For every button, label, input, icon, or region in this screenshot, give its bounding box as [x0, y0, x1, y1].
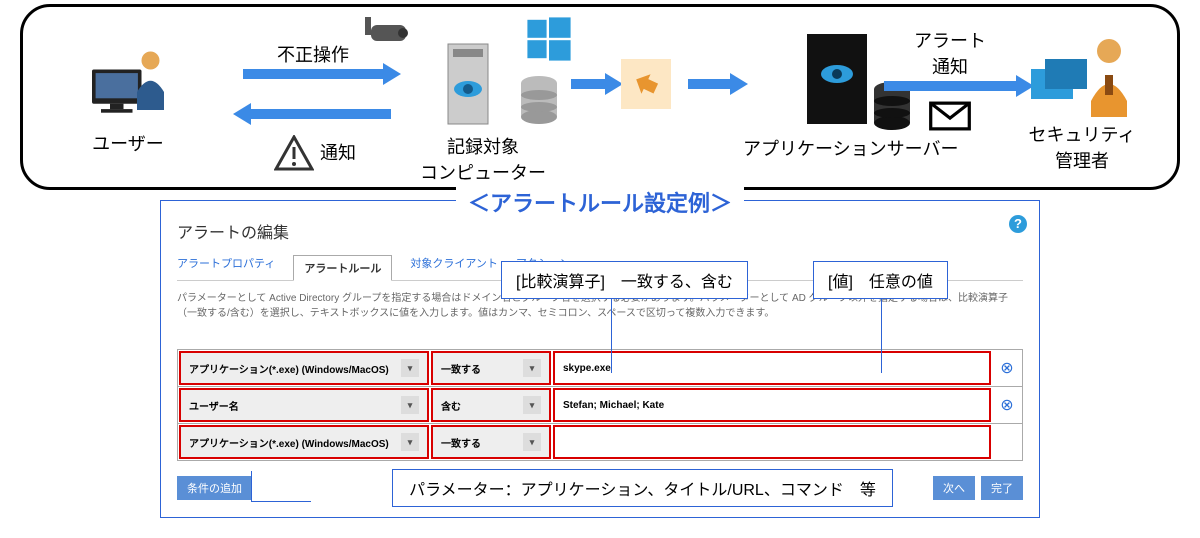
delete-rule-button[interactable]: ⊗: [992, 387, 1022, 423]
rule-grid: アプリケーション(*.exe) (Windows/MacOS)▾ 一致する▾ s…: [177, 349, 1023, 461]
database-icon: [519, 75, 559, 125]
callout-line: [611, 293, 612, 373]
callout-line: [251, 501, 311, 502]
param-select[interactable]: アプリケーション(*.exe) (Windows/MacOS)▾: [179, 425, 429, 459]
camera-icon: [363, 17, 423, 57]
tab-clients[interactable]: 対象クライアント: [410, 255, 498, 274]
operator-select[interactable]: 一致する▾: [431, 425, 551, 459]
editor-section: ＜アラートルール設定例＞ アラートの編集 ? アラートプロパティ アラートルール…: [160, 200, 1040, 518]
callout-value: [値] 任意の値: [813, 261, 948, 299]
value-input[interactable]: skype.exe: [553, 351, 991, 385]
arrow-alert: アラート 通知: [875, 27, 1025, 131]
done-button[interactable]: 完了: [981, 476, 1023, 500]
callout-line: [881, 293, 882, 373]
computer-tower-icon: [443, 39, 493, 129]
callout-line: [251, 471, 252, 501]
chevron-down-icon: ▾: [523, 396, 541, 414]
server-icon: [802, 29, 872, 129]
chevron-down-icon: ▾: [523, 433, 541, 451]
flow-diagram: ユーザー 不正操作 通知: [20, 4, 1180, 190]
param-select[interactable]: アプリケーション(*.exe) (Windows/MacOS)▾: [179, 351, 429, 385]
target-label: 記録対象 コンピューター: [420, 133, 546, 185]
relay-icon: [621, 59, 671, 109]
appserver-label: アプリケーションサーバー: [743, 135, 958, 161]
chevron-down-icon: ▾: [523, 359, 541, 377]
editor-window-title: アラートの編集: [177, 219, 1023, 243]
arrow-mid1: [563, 79, 613, 89]
tab-rules[interactable]: アラートルール: [293, 255, 392, 281]
section-title: ＜アラートルール設定例＞: [456, 186, 744, 218]
help-icon[interactable]: ?: [1009, 215, 1027, 233]
user-icon: [83, 38, 173, 128]
windows-icon: [525, 15, 573, 63]
mail-icon: [928, 101, 972, 131]
operator-select[interactable]: 含む▾: [431, 388, 551, 422]
callout-operator: [比較演算子] 一致する、含む: [501, 261, 748, 299]
node-user: ユーザー: [83, 38, 173, 156]
tab-properties[interactable]: アラートプロパティ: [177, 255, 275, 274]
node-target-computer: 記録対象 コンピューター: [413, 21, 553, 185]
chevron-down-icon: ▾: [401, 396, 419, 414]
chevron-down-icon: ▾: [401, 359, 419, 377]
rule-row: アプリケーション(*.exe) (Windows/MacOS)▾ 一致する▾ ⊗: [178, 424, 1022, 460]
rule-row: ユーザー名▾ 含む▾ Stefan; Michael; Kate ⊗: [178, 387, 1022, 424]
param-select[interactable]: ユーザー名▾: [179, 388, 429, 422]
value-input[interactable]: [553, 425, 991, 459]
node-admin: セキュリティ 管理者: [1027, 29, 1137, 173]
warning-icon: [274, 135, 314, 171]
admin-icon: [1027, 29, 1137, 119]
user-label: ユーザー: [92, 130, 164, 156]
value-input[interactable]: Stefan; Michael; Kate: [553, 388, 991, 422]
next-button[interactable]: 次へ: [933, 476, 975, 500]
arrow-notify: [233, 109, 393, 119]
alert-editor-window: アラートの編集 ? アラートプロパティ アラートルール 対象クライアント アクシ…: [160, 200, 1040, 518]
rule-row: アプリケーション(*.exe) (Windows/MacOS)▾ 一致する▾ s…: [178, 350, 1022, 387]
admin-label: セキュリティ 管理者: [1029, 121, 1136, 173]
chevron-down-icon: ▾: [401, 433, 419, 451]
operator-select[interactable]: 一致する▾: [431, 351, 551, 385]
warning-group: 通知: [268, 135, 356, 171]
arrow-mid2: [679, 79, 739, 89]
add-condition-button[interactable]: 条件の追加: [177, 476, 252, 500]
delete-rule-button[interactable]: ⊗: [992, 350, 1022, 386]
callout-parameter: パラメーター：アプリケーション、タイトル/URL、コマンド 等: [392, 469, 893, 507]
